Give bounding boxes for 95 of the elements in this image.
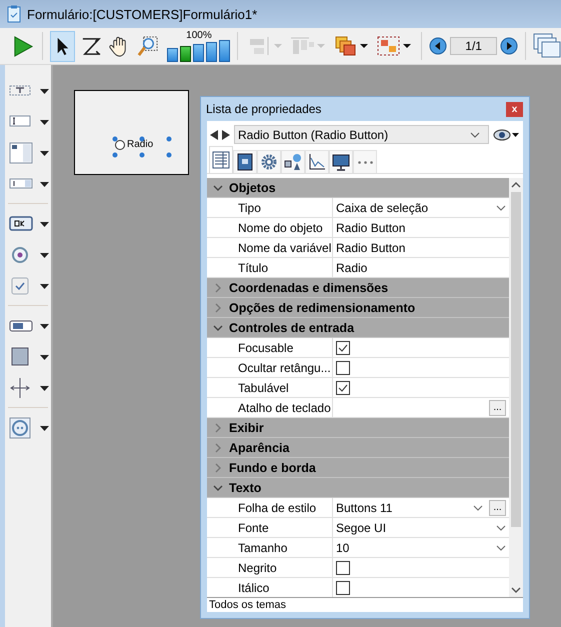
caret-icon — [40, 324, 49, 329]
gear-tab[interactable] — [257, 150, 281, 173]
caret-icon — [40, 182, 49, 187]
zoom-level-bar[interactable] — [193, 44, 204, 62]
property-value: Buttons 11 — [336, 500, 394, 514]
caret-icon — [40, 89, 49, 94]
checkbox[interactable] — [336, 560, 350, 574]
caret-icon — [40, 120, 49, 125]
scroll-up-icon[interactable] — [511, 182, 521, 188]
section-header[interactable]: Objetos — [207, 178, 509, 198]
section-header[interactable]: Controles de entrada — [207, 318, 509, 338]
layer-icon — [334, 36, 358, 56]
section-header[interactable]: Fundo e borda — [207, 458, 509, 478]
property-label: Tabulável — [238, 380, 289, 394]
caret-icon — [40, 151, 49, 156]
selection-handles-drawing — [112, 136, 172, 158]
form-tab[interactable] — [233, 150, 257, 173]
more-icon — [358, 160, 372, 164]
property-label: Negrito — [238, 560, 277, 574]
property-label: Folha de estilo — [238, 500, 316, 514]
chevron-down-icon[interactable] — [213, 322, 223, 332]
chevron-down-icon[interactable] — [213, 182, 223, 192]
section-header[interactable]: Aparência — [207, 438, 509, 458]
subform-icon — [9, 416, 33, 438]
scrollbar[interactable] — [509, 178, 523, 597]
zoom-icon — [136, 34, 160, 58]
caret-icon — [360, 44, 368, 48]
checkbox[interactable] — [336, 380, 350, 394]
checkbox[interactable] — [336, 340, 350, 354]
caret-icon — [40, 222, 49, 227]
property-label: Atalho de teclado — [238, 400, 331, 414]
scrollbar-thumb[interactable] — [511, 192, 521, 527]
property-label: Tamanho — [238, 540, 288, 554]
property-value: Radio Button — [336, 240, 406, 254]
property-label: Focusable — [238, 340, 294, 354]
list-tab[interactable] — [209, 146, 233, 173]
property-value: Caixa de seleção — [336, 200, 430, 214]
monitor-tab[interactable] — [329, 150, 353, 173]
window-title: Lista de propriedades — [206, 102, 322, 116]
list-icon — [212, 151, 230, 169]
property-label: Tipo — [238, 200, 261, 214]
more-tab[interactable] — [353, 150, 377, 173]
status-text: Todos os temas — [209, 599, 286, 611]
zoom-level-bar[interactable] — [206, 42, 218, 62]
form-icon — [7, 5, 21, 23]
radio-button[interactable]: Radio — [115, 139, 154, 150]
caret-icon — [40, 284, 49, 289]
property-label: Nome do objeto — [238, 220, 323, 234]
caret-icon — [40, 355, 49, 360]
caret-icon — [40, 426, 49, 431]
property-value: Segoe UI — [336, 520, 388, 534]
checkbox[interactable] — [336, 360, 350, 374]
zoom-level-bar[interactable] — [180, 46, 192, 62]
chart-tab[interactable] — [305, 150, 329, 173]
pointer-tool-button[interactable] — [50, 30, 76, 62]
shapes-tab[interactable] — [281, 150, 305, 173]
zoom-level-bar[interactable] — [219, 40, 230, 62]
group-icon — [377, 36, 402, 56]
property-label: Ocultar retângu... — [238, 360, 331, 374]
caret-icon — [403, 44, 412, 48]
section-header[interactable]: Exibir — [207, 418, 509, 438]
caret-icon — [40, 386, 49, 391]
gear-icon — [260, 153, 278, 171]
property-label: Nome da variável — [238, 240, 332, 254]
caret-icon — [274, 44, 282, 48]
property-value: 10 — [336, 540, 350, 554]
section-header[interactable]: Coordenadas e dimensões — [207, 278, 509, 298]
chart-icon — [308, 153, 326, 171]
property-value: Radio Button — [336, 220, 406, 234]
form-icon — [236, 153, 254, 171]
object-dropdown[interactable]: Radio Button (Radio Button) — [234, 125, 489, 144]
distribute-icon — [291, 36, 316, 56]
window-title: Formulário:[CUSTOMERS]Formulário1* — [27, 6, 258, 22]
checkbox[interactable] — [336, 580, 350, 594]
caret-icon — [40, 253, 49, 258]
scroll-down-icon[interactable] — [511, 587, 521, 593]
page-indicator: 1/1 — [450, 37, 498, 55]
ellipsis-button[interactable]: ... — [489, 400, 506, 416]
caret-icon — [317, 44, 326, 48]
monitor-icon — [332, 153, 350, 171]
property-label: Fonte — [238, 520, 269, 534]
close-button[interactable]: x — [506, 102, 523, 116]
zoom-level-label: 100% — [186, 30, 212, 41]
property-label: Título — [238, 260, 268, 274]
chevron-down-icon[interactable] — [213, 482, 223, 492]
ellipsis-button[interactable]: ... — [489, 500, 506, 516]
eye-icon[interactable] — [493, 128, 519, 140]
section-header[interactable]: Opções de redimensionamento — [207, 298, 509, 318]
previous-next-arrows-icon[interactable] — [210, 130, 230, 140]
list-icon — [9, 142, 33, 164]
section-header[interactable]: Texto — [207, 478, 509, 498]
shapes-icon — [284, 153, 302, 171]
zoom-level-bar[interactable] — [167, 48, 178, 62]
property-label: Itálico — [238, 580, 270, 594]
property-value: Radio — [336, 260, 368, 274]
